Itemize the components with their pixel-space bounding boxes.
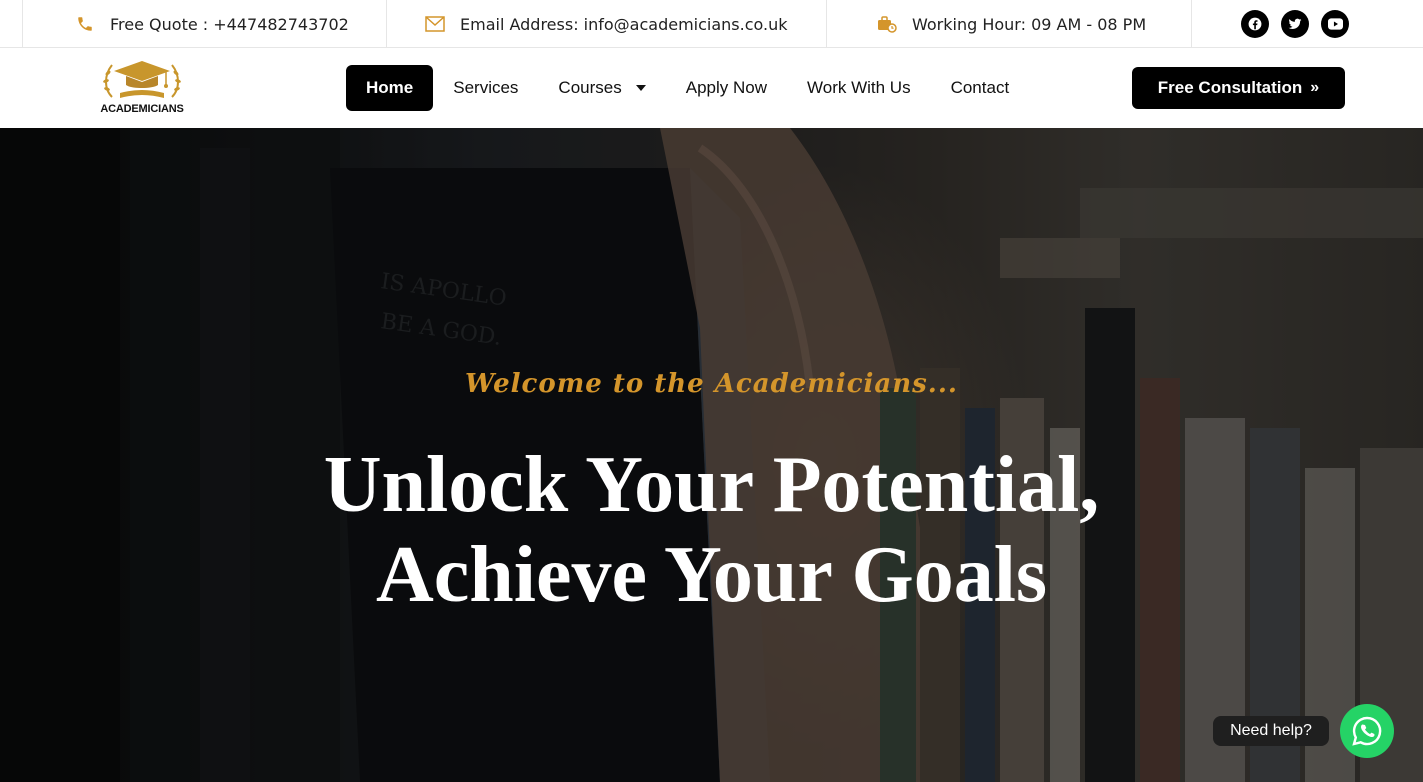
hero-headline-line-1: Unlock Your Potential, — [323, 441, 1100, 529]
youtube-icon[interactable] — [1321, 10, 1349, 38]
social-links — [1241, 10, 1349, 38]
whatsapp-icon — [1352, 716, 1382, 746]
double-chevron-right-icon: » — [1310, 79, 1320, 96]
twitter-icon[interactable] — [1281, 10, 1309, 38]
logo-text: ACADEMICIANS — [100, 103, 184, 115]
hero-tagline: Welcome to the Academicians... — [465, 369, 958, 399]
quote-text: Free Quote : +447482743702 — [110, 14, 349, 34]
whatsapp-button[interactable] — [1340, 704, 1394, 758]
hero-section: IS APOLLO BE A GOD. Welcome to the Acade… — [0, 128, 1423, 782]
divider — [386, 0, 387, 48]
free-consultation-button[interactable]: Free Consultation » — [1132, 67, 1345, 109]
caret-down-icon — [635, 85, 646, 91]
hero-headline-line-2: Achieve Your Goals — [375, 531, 1048, 619]
briefcase-clock-icon — [876, 13, 898, 35]
quote-info[interactable]: Free Quote : +447482743702 — [74, 0, 349, 48]
nav-item-services[interactable]: Services — [433, 65, 538, 111]
nav-item-contact[interactable]: Contact — [931, 65, 1030, 111]
phone-icon — [74, 13, 96, 35]
divider — [826, 0, 827, 48]
nav-item-courses[interactable]: Courses — [538, 65, 665, 111]
nav-item-apply-now[interactable]: Apply Now — [666, 65, 787, 111]
facebook-icon[interactable] — [1241, 10, 1269, 38]
graduation-cap-logo-icon — [103, 61, 181, 98]
envelope-icon — [424, 13, 446, 35]
nav-menu: Home Services Courses Apply Now Work Wit… — [346, 65, 1029, 111]
logo[interactable]: ACADEMICIANS — [96, 57, 188, 121]
hours-text: Working Hour: 09 AM - 08 PM — [912, 14, 1147, 34]
need-help-label[interactable]: Need help? — [1213, 716, 1329, 746]
hero-headline: Unlock Your Potential, Achieve Your Goal… — [0, 440, 1423, 620]
divider — [22, 0, 23, 48]
main-nav: ACADEMICIANS Home Services Courses Apply… — [0, 49, 1423, 128]
cta-label: Free Consultation — [1157, 78, 1303, 97]
divider — [1191, 0, 1192, 48]
nav-item-courses-label: Courses — [558, 78, 622, 97]
email-text: Email Address: info@academicians.co.uk — [460, 14, 788, 34]
top-info-bar: Free Quote : +447482743702 Email Address… — [0, 0, 1423, 48]
nav-item-home[interactable]: Home — [346, 65, 434, 111]
hours-info: Working Hour: 09 AM - 08 PM — [876, 0, 1146, 48]
email-info[interactable]: Email Address: info@academicians.co.uk — [424, 0, 788, 48]
nav-item-work-with-us[interactable]: Work With Us — [787, 65, 931, 111]
